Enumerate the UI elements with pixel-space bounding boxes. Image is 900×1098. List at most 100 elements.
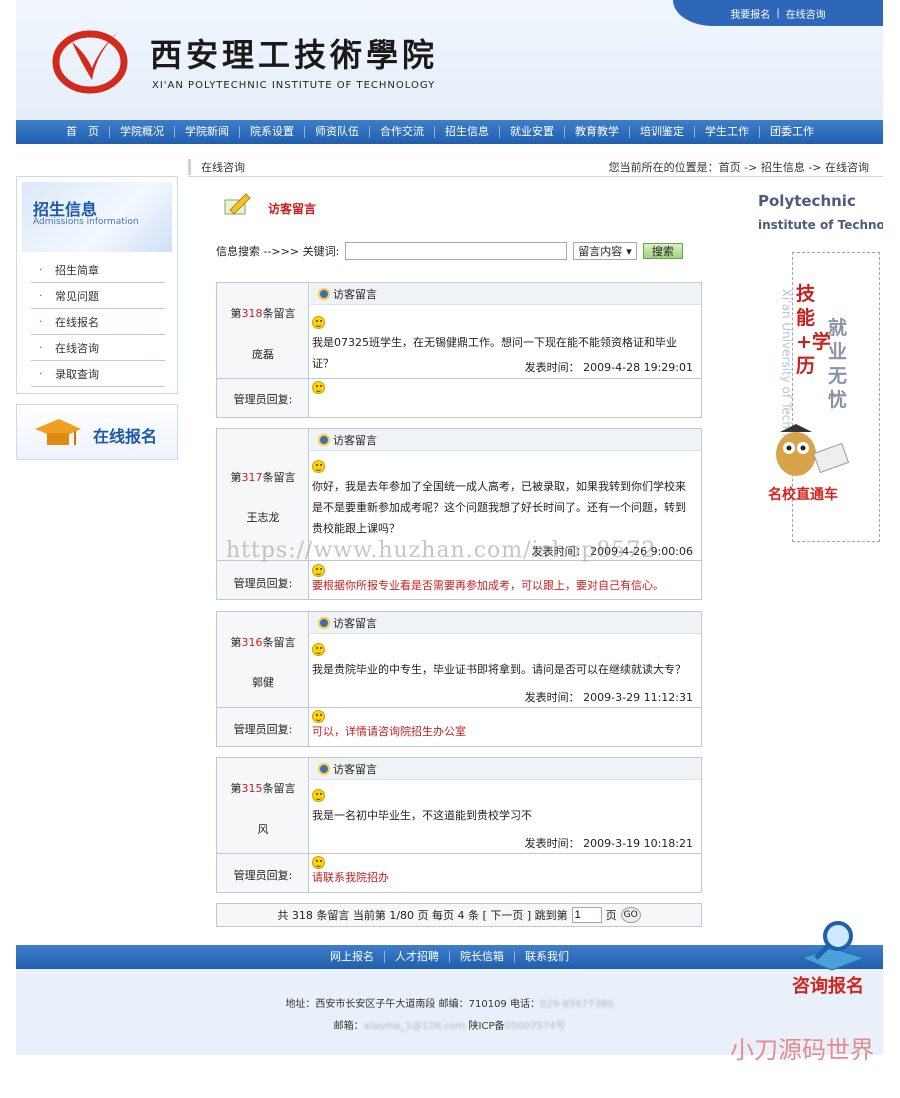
sidebar-list: · 招生简章 · 常见问题 · 在线报名 · 在线咨询 · 录取查询 (31, 257, 165, 387)
message-author: 庞磊 (252, 348, 274, 361)
message-number: 第318条留言 (230, 307, 296, 320)
page-number-input[interactable] (571, 907, 602, 923)
admin-reply-label: 管理员回复: (233, 723, 293, 736)
page-suffix: 页 (605, 909, 617, 922)
message-number: 第315条留言 (230, 782, 296, 795)
search-bar: 信息搜索 -->>> 关键词: 留言内容 ▾ 搜索 (216, 241, 683, 261)
footer-link-contact[interactable]: 联系我们 (515, 951, 579, 963)
bullet-icon: · (39, 341, 43, 354)
message-author: 郭健 (252, 676, 274, 689)
message-number: 第317条留言 (230, 471, 296, 484)
ad-tag: 名校直通车 (768, 487, 838, 503)
admin-reply: 可以，详情请咨询院招生办公室 (312, 709, 695, 739)
nav-item-employment[interactable]: 就业安置 (500, 126, 565, 138)
nav-item-training[interactable]: 培训鉴定 (630, 126, 695, 138)
admin-reply-label: 管理员回复: (233, 869, 293, 882)
bullet-icon: · (39, 263, 43, 276)
admin-reply (312, 380, 695, 394)
message-author: 风 (257, 823, 269, 836)
message-content: 我是贵院毕业的中专生，毕业证书即将拿到。请问是否可以在继续就读大专？ (312, 638, 695, 680)
nav-item-home[interactable]: 首 页 (56, 126, 110, 138)
search-field-select[interactable]: 留言内容 ▾ (573, 242, 637, 260)
footer-link-mailbox[interactable]: 院长信箱 (450, 951, 515, 963)
keyword-input[interactable] (345, 242, 568, 260)
online-apply-banner[interactable]: 在线报名 (16, 404, 178, 460)
corner-watermark: 小刀源码世界 (730, 1036, 874, 1064)
footer-link-jobs[interactable]: 人才招聘 (385, 951, 450, 963)
visitor-icon (318, 433, 330, 446)
message-time: 发表时间： 2009-4-28 19:29:01 (524, 361, 693, 374)
sidebar-item-label: 招生简章 (55, 263, 99, 277)
message-header: 访客留言 (310, 612, 701, 634)
smiley-icon (312, 642, 325, 656)
sidebar-item-brochure[interactable]: · 招生简章 (31, 257, 165, 283)
nav-item-admissions[interactable]: 招生信息 (435, 126, 500, 138)
sidebar: 招生信息 Admissions information · 招生简章 · 常见问题 … (16, 176, 178, 394)
top-link-divider: | (776, 7, 780, 19)
admin-reply-label: 管理员回复: (233, 577, 293, 590)
top-link-apply[interactable]: 我要报名 (730, 6, 770, 21)
message-author: 王志龙 (246, 511, 280, 524)
school-logo-icon[interactable] (52, 24, 130, 94)
message-content: 你好，我是去年参加了全国统一成人高考，已被录取，如果我转到你们学校来是不是要重新… (312, 455, 695, 539)
smiley-icon (312, 855, 325, 869)
footer-address: 地址：西安市长安区子午大道南段 邮编：710109 电话：029-8567738… (285, 999, 614, 1010)
breadcrumb-path: 您当前所在的位置是：首页 -> 招生信息 -> 在线咨询 (608, 161, 869, 174)
bullet-icon: · (39, 289, 43, 302)
ad-slogan-red: 技能+学历 (796, 283, 831, 377)
bullet-icon: · (39, 367, 43, 380)
guestbook-title: 访客留言 (268, 202, 317, 216)
sidebar-item-label: 录取查询 (55, 367, 99, 381)
smiley-icon (312, 563, 325, 577)
search-label: 信息搜索 -->>> 关键词: (216, 245, 340, 258)
sidebar-item-label: 在线咨询 (55, 341, 99, 355)
smiley-icon (312, 380, 325, 394)
sidebar-item-label: 在线报名 (55, 315, 99, 329)
sidebar-subtitle: Admissions information (33, 217, 139, 227)
top-links: 我要报名 | 在线咨询 (673, 0, 883, 26)
message-card: 第315条留言 风 访客留言 我是一名初中毕业生，不这道能到贵校学习不 发表时间… (216, 757, 702, 893)
message-content: 我是一名初中毕业生，不这道能到贵校学习不 (312, 784, 695, 826)
sidebar-item-online-apply[interactable]: · 在线报名 (31, 309, 165, 335)
visitor-icon (318, 616, 330, 629)
message-header: 访客留言 (310, 429, 701, 451)
consult-apply-label: 咨询报名 (792, 976, 864, 997)
sidebar-item-admission-query[interactable]: · 录取查询 (31, 361, 165, 387)
search-button[interactable]: 搜索 (642, 243, 683, 259)
admin-reply: 请联系我院招办 (312, 855, 695, 885)
site-header: 我要报名 | 在线咨询 西安理工技術學院 XI'AN POLYTECHNIC I… (16, 0, 883, 120)
message-card: 第317条留言 王志龙 访客留言 你好，我是去年参加了全国统一成人高考，已被录取… (216, 428, 702, 600)
admin-reply-label: 管理员回复: (233, 393, 293, 406)
pencil-note-icon (224, 193, 251, 215)
smiley-icon (312, 459, 325, 473)
watermark-text: https://www.huzhan.com/ishop8572 (226, 538, 657, 563)
nav-item-cooperation[interactable]: 合作交流 (370, 126, 435, 138)
top-link-consult[interactable]: 在线咨询 (786, 6, 826, 21)
smiley-icon (312, 315, 325, 329)
pagination-info: 共 318 条留言 当前第 1/80 页 每页 4 条 [ 下一页 ] 跳到第 (277, 909, 568, 922)
go-button[interactable]: GO (620, 907, 641, 923)
search-field-value: 留言内容 (578, 245, 623, 258)
sidebar-item-faq[interactable]: · 常见问题 (31, 283, 165, 309)
nav-item-teaching[interactable]: 教育教学 (565, 126, 630, 138)
graduation-cap-icon (35, 419, 81, 445)
nav-item-news[interactable]: 学院新闻 (175, 126, 240, 138)
divider (217, 707, 701, 708)
magnifier-book-icon (800, 921, 866, 971)
bullet-icon: · (39, 315, 43, 328)
message-time: 发表时间： 2009-3-19 10:18:21 (524, 837, 693, 850)
footer-link-apply[interactable]: 网上报名 (320, 951, 385, 963)
consult-apply-badge[interactable]: 咨询报名 (786, 918, 882, 998)
breadcrumb: 在线咨询 您当前所在的位置是：首页 -> 招生信息 -> 在线咨询 (188, 155, 883, 177)
nav-item-youth-league[interactable]: 团委工作 (760, 126, 824, 138)
nav-item-faculty[interactable]: 师资队伍 (305, 126, 370, 138)
ad-subtitle-en: institute of Technology (758, 218, 883, 232)
sidebar-item-online-consult[interactable]: · 在线咨询 (31, 335, 165, 361)
ad-title-en: Polytechnic (758, 192, 856, 210)
divider (217, 378, 701, 379)
owl-mascot-icon (776, 424, 850, 476)
right-advert[interactable]: Polytechnic institute of Technology Xi'a… (752, 182, 883, 550)
nav-item-about[interactable]: 学院概况 (110, 126, 175, 138)
nav-item-departments[interactable]: 院系设置 (240, 126, 305, 138)
nav-item-students[interactable]: 学生工作 (695, 126, 760, 138)
